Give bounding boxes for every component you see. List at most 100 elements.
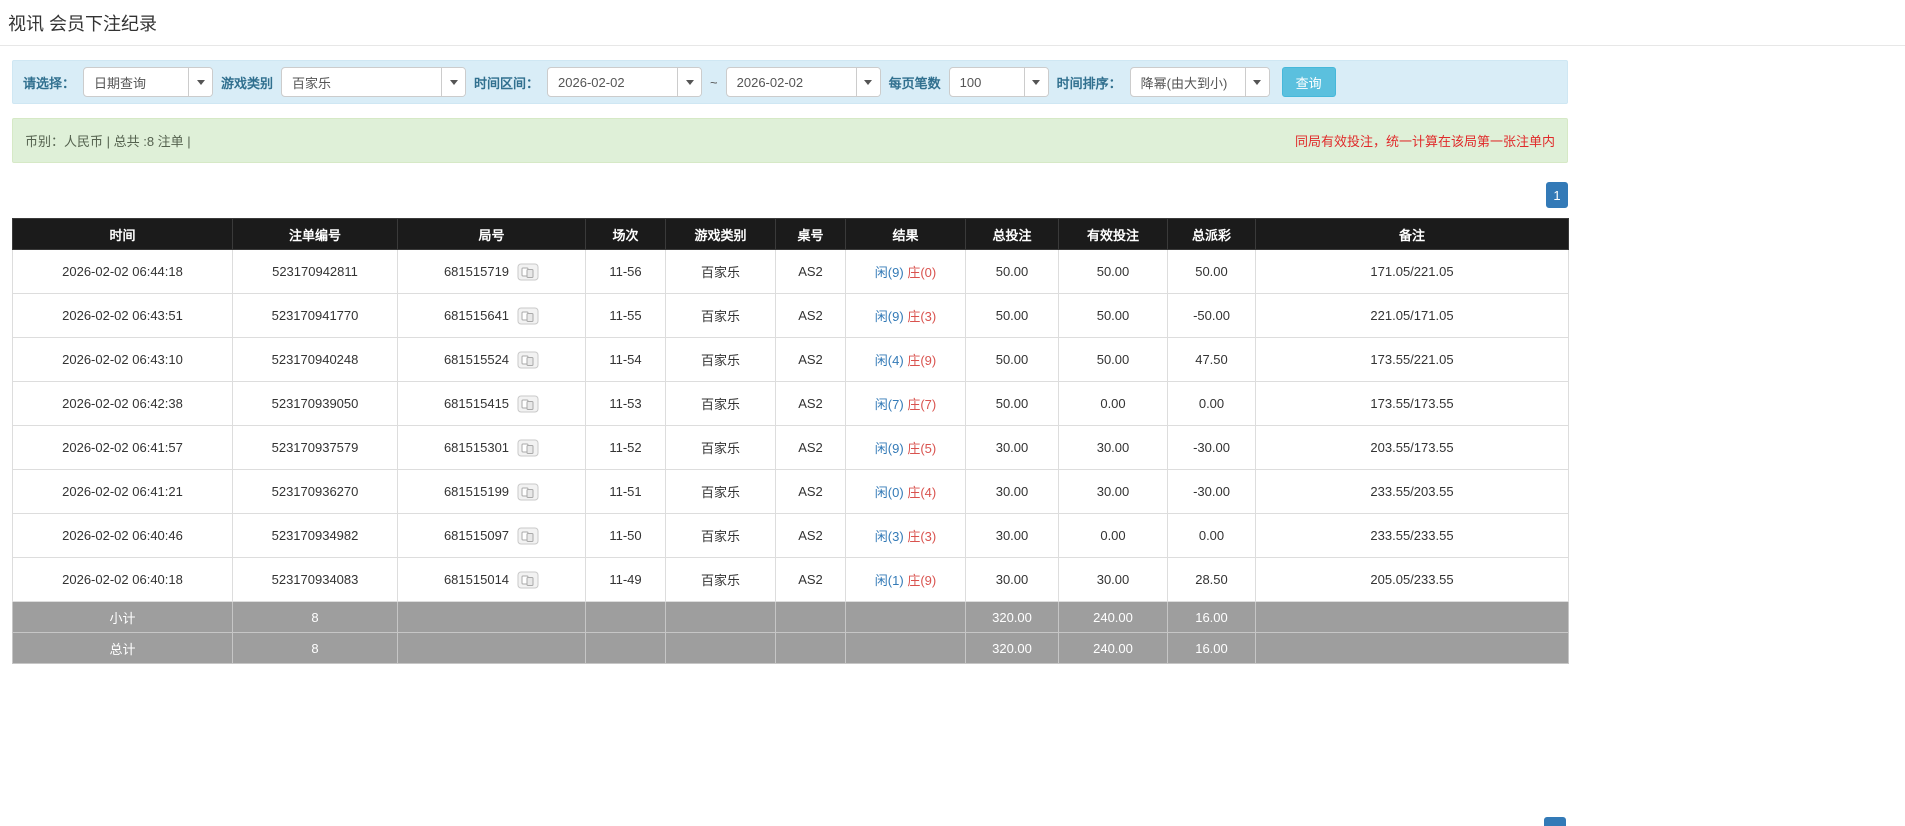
table-header-row: 时间 注单编号 局号 场次 游戏类别 桌号 结果 总投注 有效投注 总派彩 备注 [12, 218, 1569, 250]
cell-game-type: 百家乐 [665, 293, 776, 338]
cell-time: 2026-02-02 06:43:51 [12, 293, 233, 338]
subtotal-count: 8 [232, 601, 398, 633]
time-sort-value: 降幂(由大到小) [1140, 75, 1228, 91]
cell-session: 11-52 [585, 425, 666, 470]
cell-payout: 47.50 [1167, 337, 1256, 382]
cell-time: 2026-02-02 06:44:18 [12, 249, 233, 294]
cell-valid-bet: 30.00 [1058, 557, 1168, 602]
date-to-value: 2026-02-02 [736, 74, 804, 90]
date-range-separator: ~ [710, 74, 718, 90]
date-to-select[interactable]: 2026-02-02 [725, 67, 881, 97]
cell-table-no: AS2 [775, 381, 846, 426]
game-replay-icon[interactable] [517, 571, 539, 589]
summary-currency-count: 币别：人民币 | 总共 :8 注单 | [25, 134, 191, 149]
result-player: 闲(1) [874, 573, 904, 588]
result-player: 闲(3) [874, 529, 904, 544]
cell-payout: 50.00 [1167, 249, 1256, 294]
col-round-id: 局号 [397, 218, 586, 250]
cell-game-type: 百家乐 [665, 337, 776, 382]
cell-payout: 0.00 [1167, 513, 1256, 558]
cell-table-no: AS2 [775, 425, 846, 470]
cell-total-bet[interactable]: 30.00 [965, 469, 1059, 514]
cell-total-bet[interactable]: 50.00 [965, 249, 1059, 294]
game-replay-icon[interactable] [517, 439, 539, 457]
cell-total-bet[interactable]: 50.00 [965, 293, 1059, 338]
chevron-down-icon [1023, 68, 1048, 96]
col-table-no: 桌号 [775, 218, 846, 250]
table-row: 2026-02-02 06:41:57 523170937579 6815153… [12, 425, 1569, 470]
cell-payout: -30.00 [1167, 425, 1256, 470]
game-replay-icon[interactable] [517, 483, 539, 501]
cell-result: 闲(1) 庄(9) [845, 557, 966, 602]
game-type-select[interactable]: 百家乐 [281, 67, 467, 97]
result-player: 闲(9) [874, 309, 904, 324]
cell-bet-id: 523170937579 [232, 425, 398, 470]
cell-table-no: AS2 [775, 557, 846, 602]
cell-table-no: AS2 [775, 249, 846, 294]
date-from-select[interactable]: 2026-02-02 [547, 67, 703, 97]
page-1-button[interactable]: 1 [1546, 182, 1568, 208]
cell-valid-bet: 0.00 [1058, 513, 1168, 558]
col-total-bet: 总投注 [965, 218, 1059, 250]
subtotal-payout: 16.00 [1167, 601, 1256, 633]
cell-result: 闲(4) 庄(9) [845, 337, 966, 382]
total-total-bet: 320.00 [965, 632, 1059, 664]
query-type-select[interactable]: 日期查询 [83, 67, 214, 97]
cell-result: 闲(9) 庄(5) [845, 425, 966, 470]
cell-round-id: 681515199 [397, 469, 586, 514]
cell-session: 11-49 [585, 557, 666, 602]
date-from-value: 2026-02-02 [558, 74, 625, 90]
cell-table-no: AS2 [775, 337, 846, 382]
page-header: 视讯 会员下注纪录 [0, 0, 1905, 46]
page-1-button-bottom[interactable]: 1 [1544, 817, 1566, 826]
table-body: 2026-02-02 06:44:18 523170942811 6815157… [12, 249, 1569, 602]
col-payout: 总派彩 [1167, 218, 1256, 250]
col-remark: 备注 [1255, 218, 1569, 250]
table-row: 2026-02-02 06:41:21 523170936270 6815151… [12, 469, 1569, 514]
cell-valid-bet: 30.00 [1058, 425, 1168, 470]
game-replay-icon[interactable] [517, 527, 539, 545]
per-page-select[interactable]: 100 [948, 67, 1049, 97]
subtotal-label: 小计 [12, 601, 233, 633]
cell-remark: 173.55/221.05 [1255, 337, 1569, 382]
cell-result: 闲(3) 庄(3) [845, 513, 966, 558]
cell-game-type: 百家乐 [665, 381, 776, 426]
cell-remark: 205.05/233.55 [1255, 557, 1569, 602]
cell-round-id: 681515719 [397, 249, 586, 294]
cell-bet-id: 523170942811 [232, 249, 398, 294]
col-time: 时间 [12, 218, 233, 250]
result-banker: 庄(3) [907, 529, 937, 544]
game-replay-icon[interactable] [517, 307, 539, 325]
col-valid-bet: 有效投注 [1058, 218, 1168, 250]
cell-remark: 171.05/221.05 [1255, 249, 1569, 294]
query-type-value: 日期查询 [94, 75, 147, 91]
cell-game-type: 百家乐 [665, 469, 776, 514]
result-banker: 庄(9) [907, 573, 937, 588]
total-row: 总计 8 320.00 240.00 16.00 [12, 632, 1569, 664]
cell-round-id: 681515415 [397, 381, 586, 426]
time-range-label: 时间区间： [474, 75, 540, 91]
cell-total-bet[interactable]: 50.00 [965, 337, 1059, 382]
cell-session: 11-50 [585, 513, 666, 558]
col-game-type: 游戏类别 [665, 218, 776, 250]
cell-valid-bet: 30.00 [1058, 469, 1168, 514]
game-replay-icon[interactable] [517, 395, 539, 413]
cell-table-no: AS2 [775, 513, 846, 558]
cell-total-bet[interactable]: 30.00 [965, 513, 1059, 558]
time-sort-select[interactable]: 降幂(由大到小) [1129, 67, 1270, 97]
query-button[interactable]: 查询 [1281, 67, 1336, 97]
chevron-down-icon [677, 68, 702, 96]
time-sort-label: 时间排序： [1056, 75, 1122, 91]
table-row: 2026-02-02 06:40:18 523170934083 6815150… [12, 557, 1569, 602]
cell-total-bet[interactable]: 50.00 [965, 381, 1059, 426]
cell-total-bet[interactable]: 30.00 [965, 557, 1059, 602]
cell-time: 2026-02-02 06:41:57 [12, 425, 233, 470]
cell-time: 2026-02-02 06:40:18 [12, 557, 233, 602]
cell-total-bet[interactable]: 30.00 [965, 425, 1059, 470]
result-banker: 庄(0) [907, 265, 937, 280]
game-replay-icon[interactable] [517, 263, 539, 281]
result-banker: 庄(7) [907, 397, 937, 412]
cell-result: 闲(9) 庄(3) [845, 293, 966, 338]
game-replay-icon[interactable] [517, 351, 539, 369]
pagination-top: 1 [12, 182, 1568, 208]
